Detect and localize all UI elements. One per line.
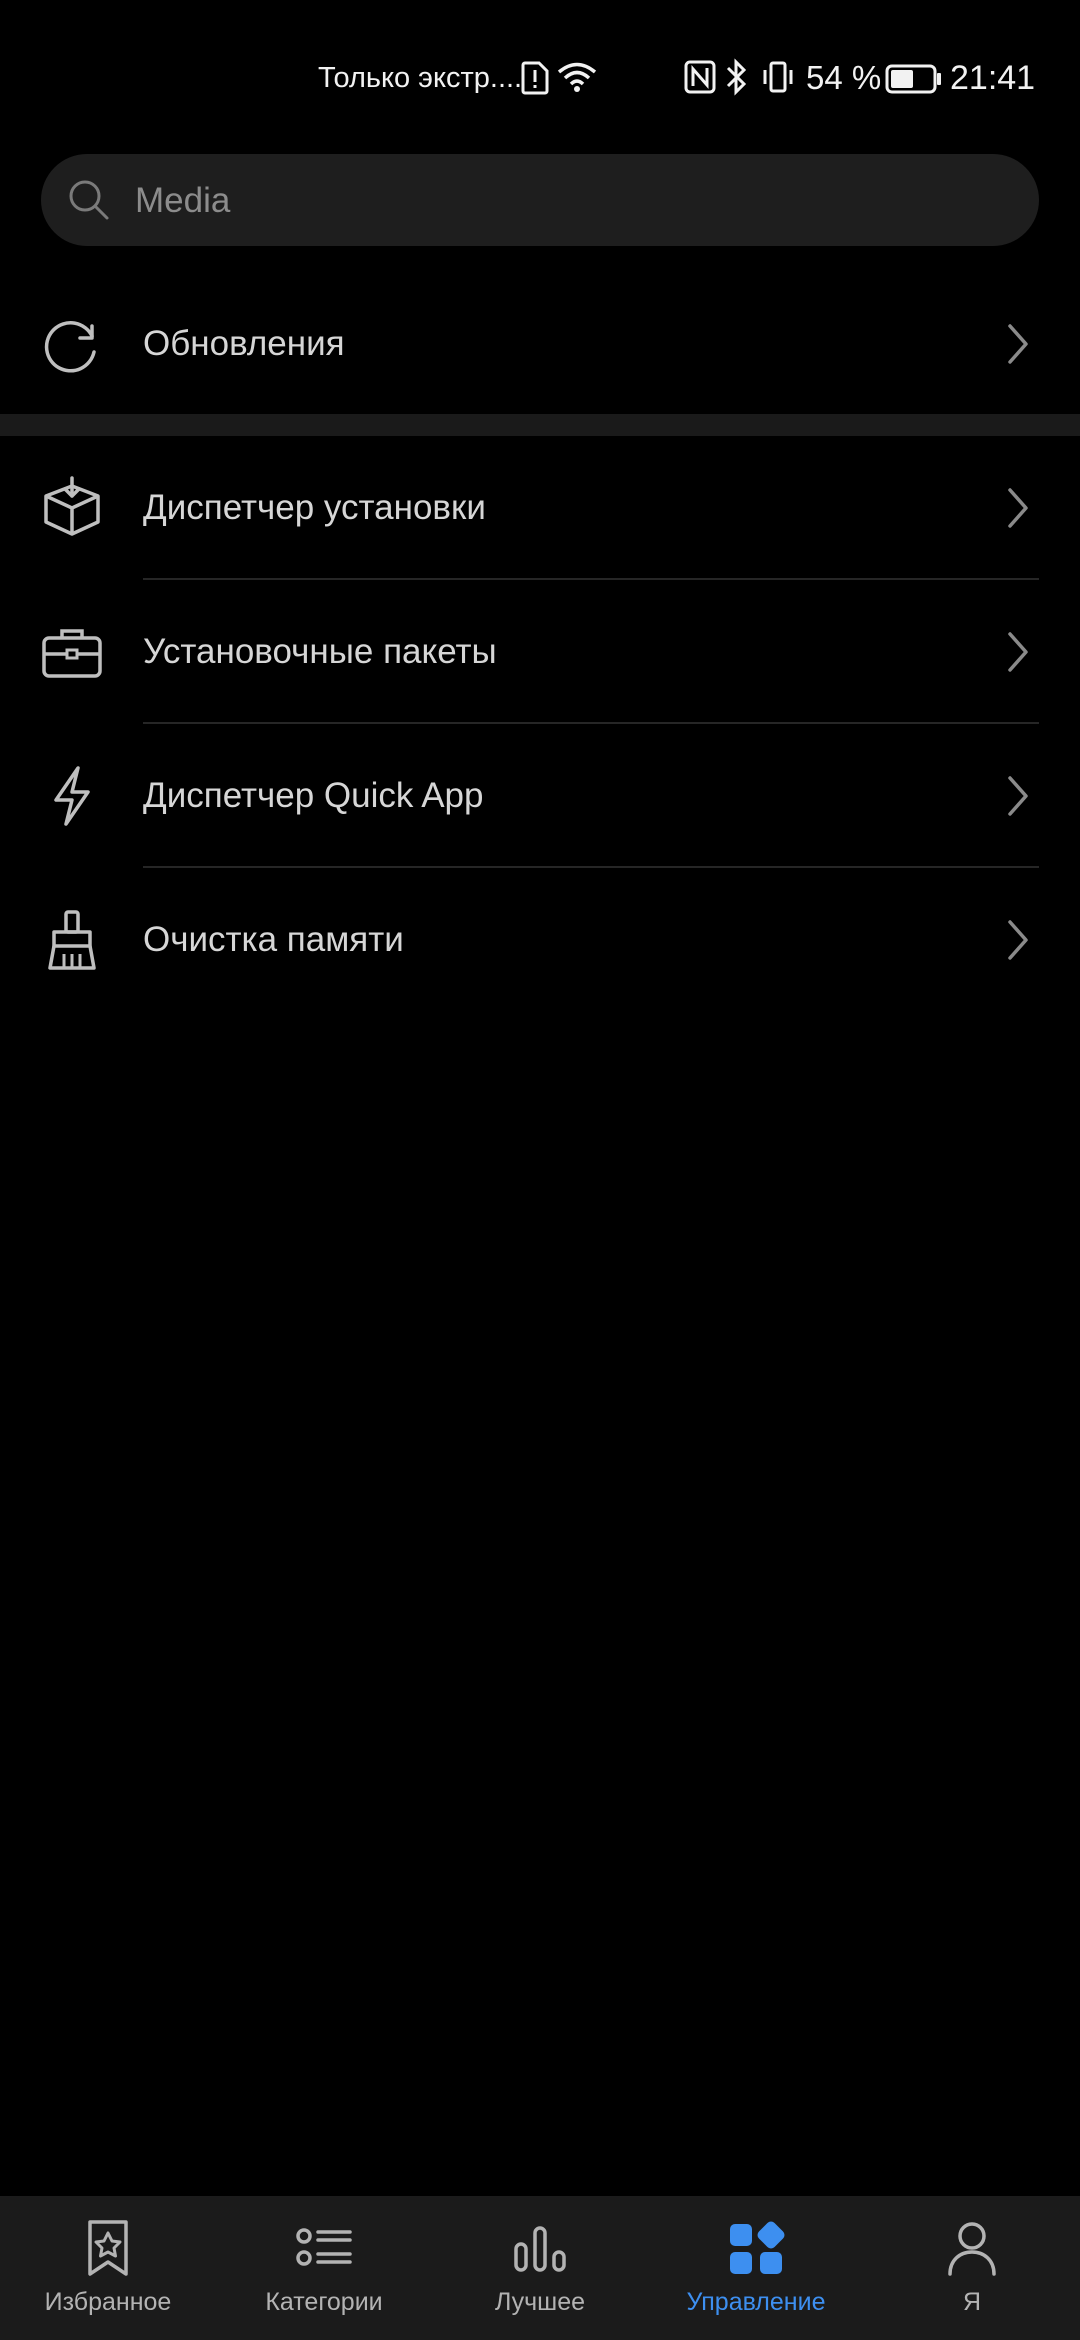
updates-row[interactable]: Обновления	[0, 272, 1080, 416]
nav-label: Я	[962, 2288, 982, 2316]
quick-app-manager-label: Диспетчер Quick App	[143, 776, 484, 815]
nav-label: Избранное	[44, 2288, 172, 2316]
vibrate-icon	[760, 60, 796, 104]
broom-icon	[40, 908, 104, 972]
wifi-icon	[556, 60, 598, 104]
updates-label: Обновления	[143, 324, 345, 363]
chevron-right-icon	[1006, 322, 1030, 371]
section-divider	[0, 414, 1080, 436]
nav-label: Категории	[265, 2288, 383, 2316]
install-manager-label: Диспетчер установки	[143, 488, 486, 527]
briefcase-icon	[40, 620, 104, 684]
install-manager-row[interactable]: Диспетчер установки	[0, 436, 1080, 580]
bottom-nav: Избранное Категории Лучшее Управление Я	[0, 2196, 1080, 2340]
nav-item-featured[interactable]: Избранное	[0, 2196, 216, 2340]
search-icon	[67, 178, 111, 227]
search-bar[interactable]	[41, 154, 1039, 248]
list-icon	[292, 2216, 356, 2280]
memory-cleanup-label: Очистка памяти	[143, 920, 404, 959]
nav-item-manage[interactable]: Управление	[648, 2196, 864, 2340]
quick-app-manager-row[interactable]: Диспетчер Quick App	[0, 724, 1080, 868]
bar-chart-icon	[508, 2216, 572, 2280]
install-packages-row[interactable]: Установочные пакеты	[0, 580, 1080, 724]
bluetooth-icon	[725, 58, 749, 102]
lightning-icon	[40, 764, 104, 828]
bookmark-star-icon	[76, 2216, 140, 2280]
chevron-right-icon	[1006, 774, 1030, 823]
refresh-icon	[40, 312, 104, 376]
nfc-icon	[684, 60, 716, 104]
memory-cleanup-row[interactable]: Очистка памяти	[0, 868, 1080, 1012]
search-input[interactable]	[133, 154, 997, 248]
clock: 21:41	[950, 59, 1036, 97]
install-packages-label: Установочные пакеты	[143, 632, 497, 671]
sim-alert-icon	[521, 61, 549, 105]
nav-item-categories[interactable]: Категории	[216, 2196, 432, 2340]
chevron-right-icon	[1006, 486, 1030, 535]
person-icon	[940, 2216, 1004, 2280]
chevron-right-icon	[1006, 630, 1030, 679]
status-bar: Только экстр.... 54 % 21:41	[0, 0, 1080, 150]
apps-grid-icon	[724, 2216, 788, 2280]
nav-label: Управление	[686, 2288, 826, 2316]
nav-item-top[interactable]: Лучшее	[432, 2196, 648, 2340]
chevron-right-icon	[1006, 918, 1030, 967]
carrier-text: Только экстр....	[318, 62, 523, 94]
box-download-icon	[40, 476, 104, 540]
battery-percent: 54 %	[806, 59, 882, 96]
screen: Только экстр.... 54 % 21:41 Media Обновл…	[0, 0, 1080, 2340]
nav-label: Лучшее	[494, 2288, 586, 2316]
battery-icon	[885, 64, 943, 108]
nav-item-me[interactable]: Я	[864, 2196, 1080, 2340]
